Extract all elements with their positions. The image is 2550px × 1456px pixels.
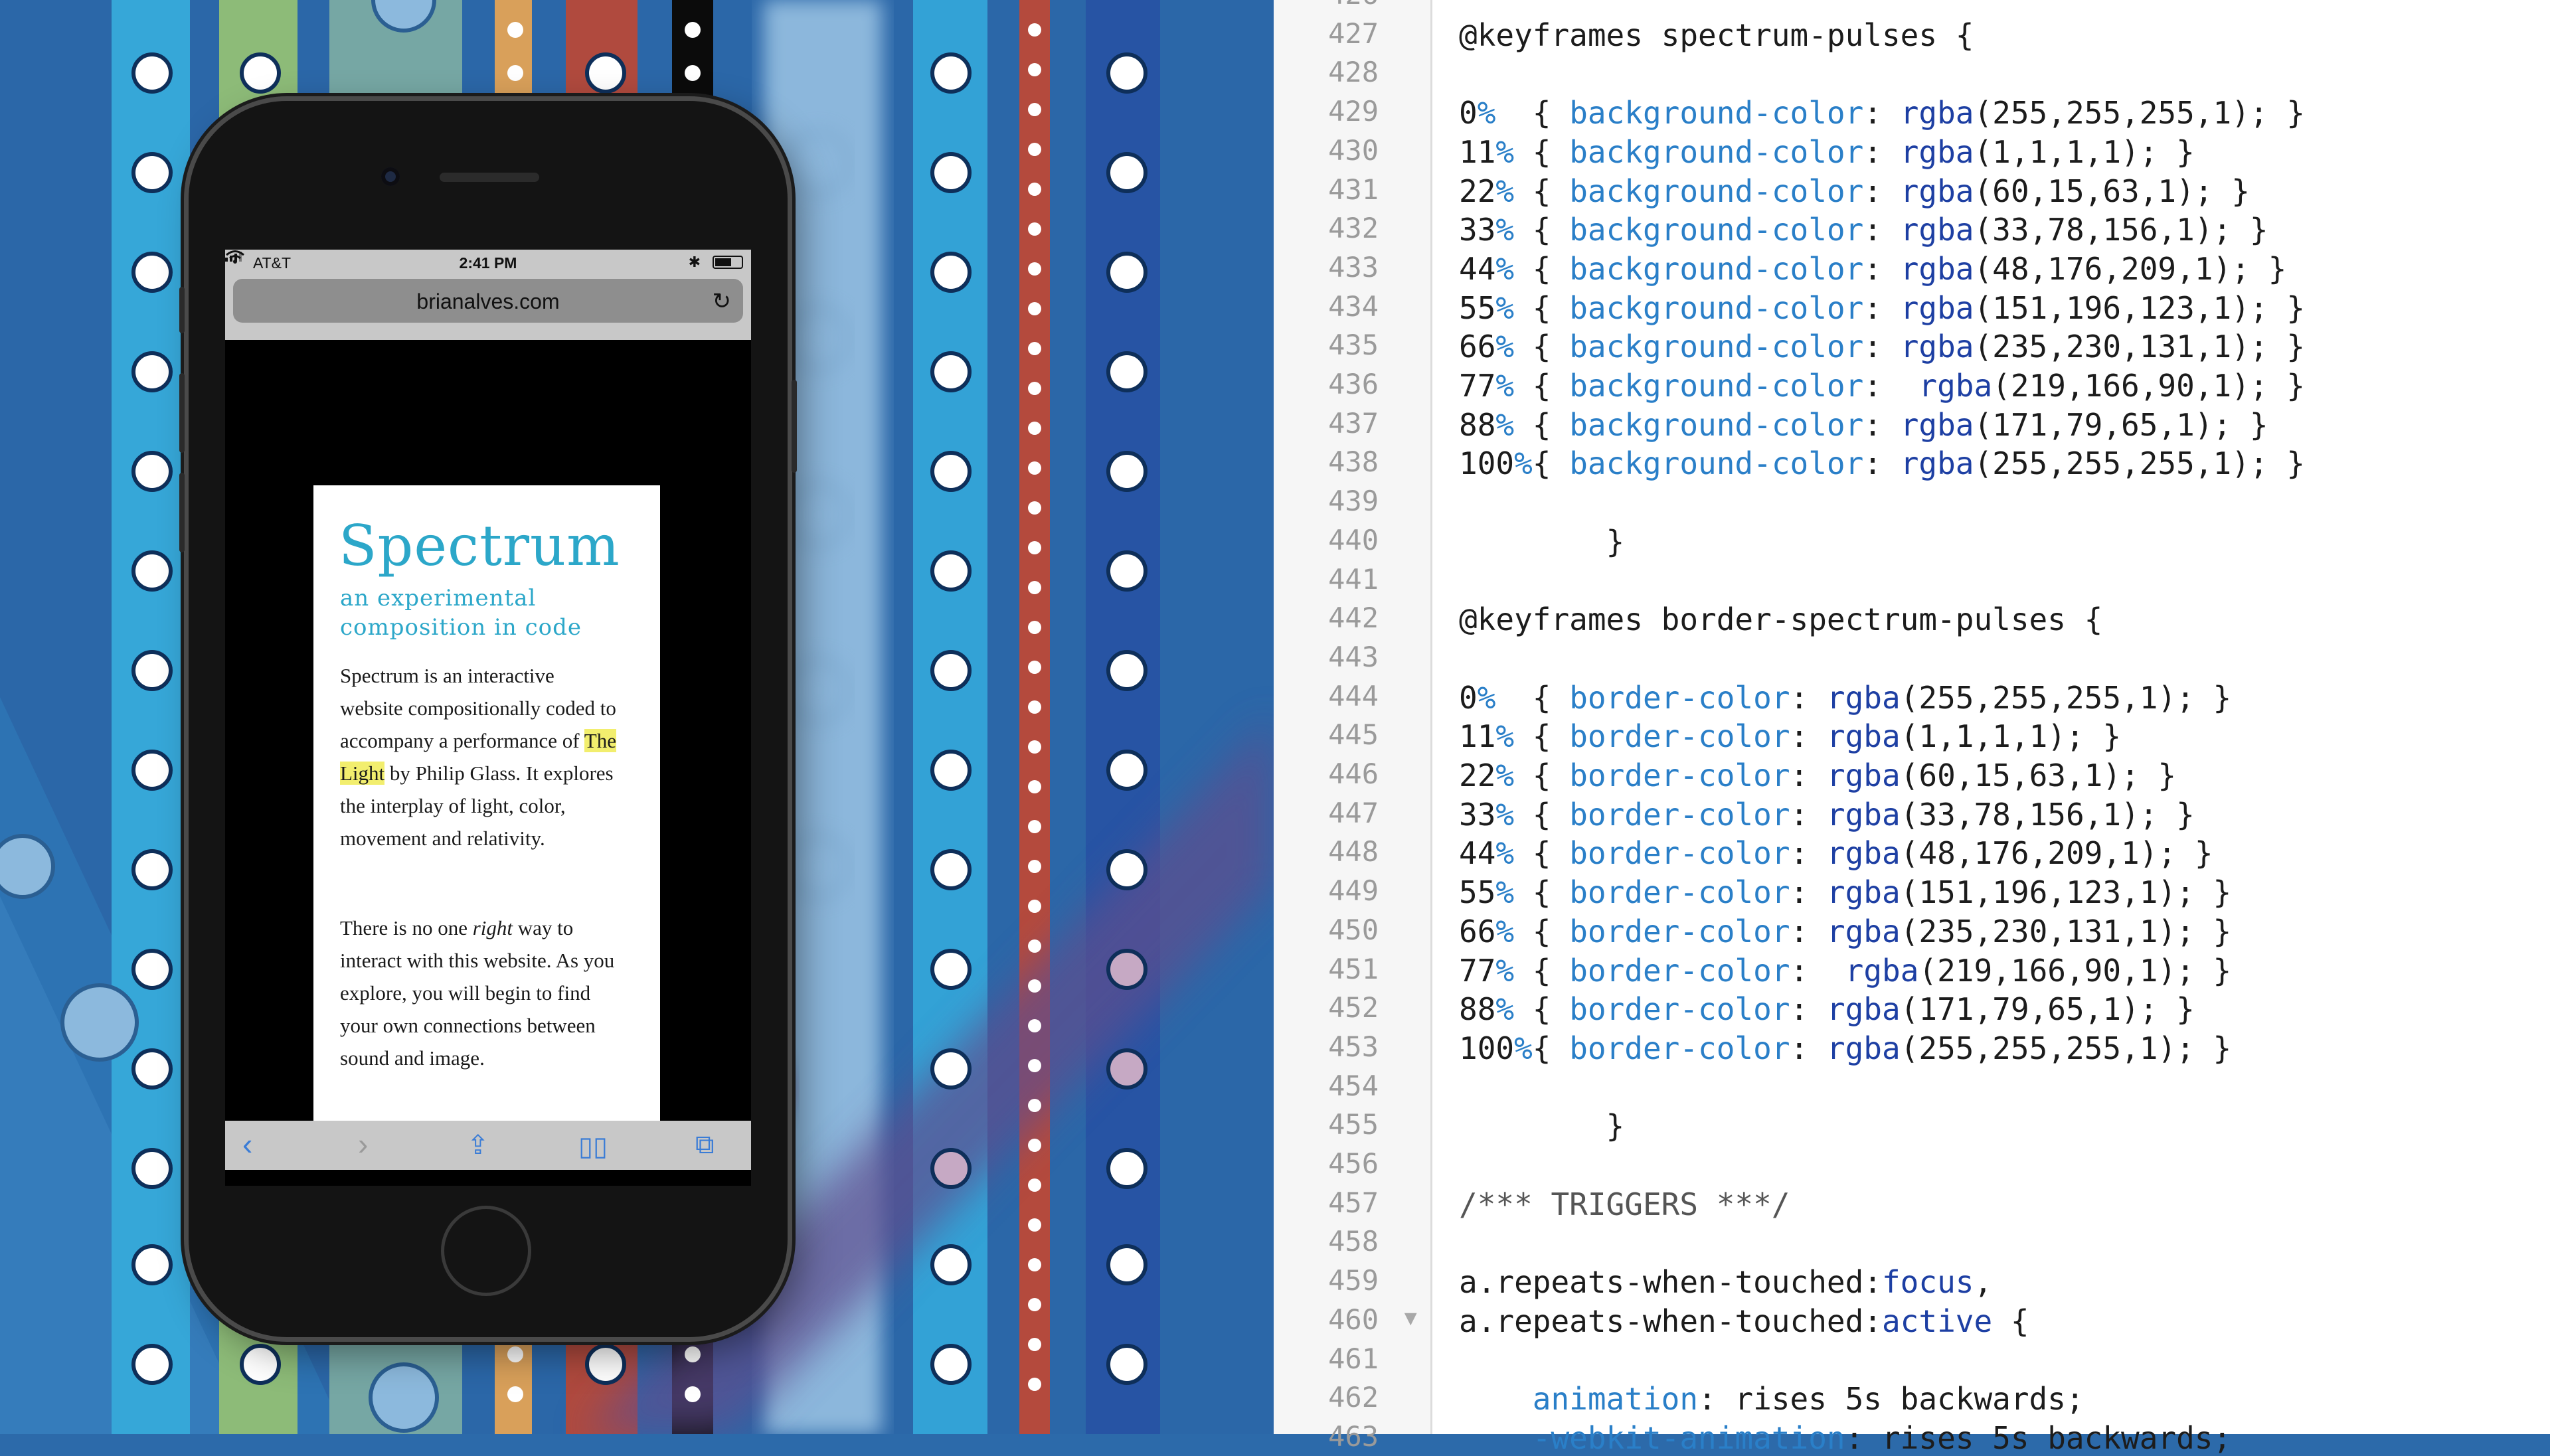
safari-bottom-toolbar: ‹ › ⇪ ▯▯ ⧉ bbox=[225, 1121, 751, 1170]
forward-icon[interactable]: › bbox=[358, 1126, 368, 1162]
code-line[interactable]: 44% { border-color: rgba(48,176,209,1); … bbox=[1459, 835, 2213, 871]
line-number: 456 bbox=[1328, 1147, 1379, 1180]
url-bar[interactable]: brianalves.com ↻ bbox=[233, 279, 743, 323]
emphasis-right: right bbox=[472, 916, 513, 939]
line-number: 463 bbox=[1328, 1419, 1379, 1453]
line-number: 441 bbox=[1328, 562, 1379, 596]
code-line[interactable]: 100%{ background-color: rgba(255,255,255… bbox=[1459, 445, 2305, 481]
code-line[interactable]: 0% { background-color: rgba(255,255,255,… bbox=[1459, 95, 2305, 131]
code-line[interactable]: 66% { background-color: rgba(235,230,131… bbox=[1459, 329, 2305, 364]
code-line[interactable]: 55% { border-color: rgba(151,196,123,1);… bbox=[1459, 874, 2231, 910]
line-number: 435 bbox=[1328, 329, 1379, 362]
code-line[interactable]: 77% { background-color: rgba(219,166,90,… bbox=[1459, 368, 2305, 404]
code-line[interactable]: 77% { border-color: rgba(219,166,90,1); … bbox=[1459, 953, 2231, 989]
line-number: 453 bbox=[1328, 1030, 1379, 1063]
bluetooth-icon: ✱ bbox=[688, 254, 701, 270]
line-number: 437 bbox=[1328, 406, 1379, 440]
code-line[interactable]: 88% { background-color: rgba(171,79,65,1… bbox=[1459, 407, 2268, 443]
reload-icon[interactable]: ↻ bbox=[713, 288, 732, 315]
line-number: 442 bbox=[1328, 602, 1379, 635]
line-number: 429 bbox=[1328, 95, 1379, 128]
code-line[interactable]: 22% { background-color: rgba(60,15,63,1)… bbox=[1459, 173, 2250, 209]
line-number: 427 bbox=[1328, 17, 1379, 50]
code-line[interactable]: 33% { border-color: rgba(33,78,156,1); } bbox=[1459, 797, 2195, 833]
line-number: 444 bbox=[1328, 679, 1379, 712]
back-icon[interactable]: ‹ bbox=[242, 1126, 252, 1162]
tabs-icon[interactable]: ⧉ bbox=[695, 1130, 715, 1160]
safari-address-area: brianalves.com ↻ bbox=[225, 276, 751, 340]
line-number: 432 bbox=[1328, 212, 1379, 245]
line-number: 454 bbox=[1328, 1069, 1379, 1102]
line-number: 462 bbox=[1328, 1381, 1379, 1414]
code-line[interactable]: @keyframes border-spectrum-pulses { bbox=[1459, 602, 2102, 637]
line-number: 438 bbox=[1328, 445, 1379, 479]
line-number: 458 bbox=[1328, 1225, 1379, 1258]
line-number: 431 bbox=[1328, 173, 1379, 206]
status-time: 2:41 PM bbox=[459, 254, 517, 272]
code-editor[interactable]: 426 427 428 429 430 431 432 433 434 435 436 437 438 4… bbox=[1274, 0, 2550, 1456]
code-line[interactable]: @keyframes spectrum-pulses { bbox=[1459, 17, 1974, 53]
code-line[interactable]: } bbox=[1459, 1108, 1625, 1144]
share-icon[interactable]: ⇪ bbox=[467, 1130, 489, 1161]
code-line[interactable]: 11% { background-color: rgba(1,1,1,1); } bbox=[1459, 134, 2195, 170]
code-line[interactable]: 33% { background-color: rgba(33,78,156,1… bbox=[1459, 212, 2268, 248]
intro-text-start: Spectrum is an interactive website compo… bbox=[340, 664, 616, 752]
line-number: 450 bbox=[1328, 913, 1379, 946]
fold-arrow-icon[interactable]: ▼ bbox=[1400, 1306, 1421, 1331]
line-number: 433 bbox=[1328, 250, 1379, 283]
ios-status-bar: AT&T 2:41 PM ✱ bbox=[225, 250, 751, 276]
code-line[interactable]: 55% { background-color: rgba(151,196,123… bbox=[1459, 290, 2305, 326]
line-number: 448 bbox=[1328, 835, 1379, 868]
line-number: 461 bbox=[1328, 1342, 1379, 1375]
line-number: 455 bbox=[1328, 1108, 1379, 1141]
instructions-text-start: There is no one bbox=[340, 916, 473, 939]
earpiece-speaker bbox=[440, 173, 539, 182]
instructions-paragraph: There is no one right way to interact wi… bbox=[340, 912, 619, 1074]
code-line[interactable]: 100%{ border-color: rgba(255,255,255,1);… bbox=[1459, 1030, 2231, 1066]
line-number: 449 bbox=[1328, 874, 1379, 908]
page-title: Spectrum bbox=[339, 513, 620, 578]
battery-icon bbox=[713, 256, 743, 269]
code-line[interactable]: 22% { border-color: rgba(60,15,63,1); } bbox=[1459, 758, 2176, 793]
line-number: 436 bbox=[1328, 368, 1379, 400]
line-number-gutter: 426 427 428 429 430 431 432 433 434 435 436 437 438 4… bbox=[1274, 0, 1432, 1453]
line-number: 434 bbox=[1328, 289, 1379, 323]
page-subtitle: an experimental composition in code bbox=[340, 585, 582, 641]
line-number: 440 bbox=[1328, 523, 1379, 556]
bookmarks-icon[interactable]: ▯▯ bbox=[578, 1131, 608, 1162]
line-number: 460 bbox=[1328, 1303, 1379, 1336]
intro-paragraph: Spectrum is an interactive website compo… bbox=[340, 659, 619, 854]
code-line[interactable]: animation: rises 5s backwards; bbox=[1459, 1381, 2084, 1417]
line-number: 452 bbox=[1328, 991, 1379, 1024]
code-line[interactable]: 88% { border-color: rgba(171,79,65,1); } bbox=[1459, 991, 2195, 1027]
code-line[interactable]: } bbox=[1459, 524, 1625, 560]
spectrum-intro-card: Spectrum an experimental composition in … bbox=[313, 485, 660, 1157]
code-line[interactable]: /*** TRIGGERS ***/ bbox=[1459, 1186, 1790, 1222]
code-line[interactable]: a.repeats-when-touched:active { bbox=[1459, 1303, 2029, 1339]
line-number: 428 bbox=[1328, 56, 1379, 89]
line-number: 439 bbox=[1328, 485, 1379, 518]
phone-screen: AT&T 2:41 PM ✱ brianalves.com ↻ Spectrum bbox=[225, 250, 751, 1186]
url-text[interactable]: brianalves.com bbox=[233, 289, 743, 314]
code-line[interactable]: 66% { border-color: rgba(235,230,131,1);… bbox=[1459, 914, 2231, 949]
home-button[interactable] bbox=[441, 1206, 531, 1296]
code-line[interactable]: -webkit-animation: rises 5s backwards; bbox=[1459, 1420, 2231, 1456]
code-line[interactable]: 0% { border-color: rgba(255,255,255,1); … bbox=[1459, 680, 2231, 716]
line-number: 430 bbox=[1328, 133, 1379, 167]
front-camera bbox=[381, 167, 400, 186]
line-number: 451 bbox=[1328, 952, 1379, 985]
line-number: 457 bbox=[1328, 1186, 1379, 1219]
line-number: 443 bbox=[1328, 640, 1379, 673]
code-line[interactable]: 44% { background-color: rgba(48,176,209,… bbox=[1459, 251, 2286, 287]
line-number: 446 bbox=[1328, 758, 1379, 790]
spectrum-artwork-panel: AT&T 2:41 PM ✱ brianalves.com ↻ Spectrum bbox=[0, 0, 1274, 1434]
line-number: 445 bbox=[1328, 718, 1379, 752]
line-number: 426 bbox=[1279, 0, 1379, 11]
line-number: 447 bbox=[1328, 796, 1379, 829]
code-line[interactable]: a.repeats-when-touched:focus, bbox=[1459, 1264, 1992, 1300]
code-line[interactable]: 11% { border-color: rgba(1,1,1,1); } bbox=[1459, 718, 2121, 754]
iphone-mockup: AT&T 2:41 PM ✱ brianalves.com ↻ Spectrum bbox=[179, 101, 797, 1337]
line-number: 459 bbox=[1328, 1264, 1379, 1297]
